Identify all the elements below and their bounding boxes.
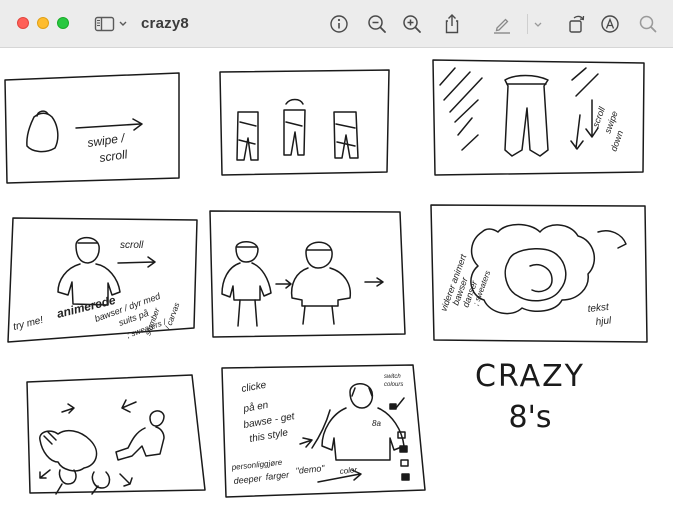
window-title: crazy8 (141, 15, 189, 32)
sketch-sheet: swipe / scroll scroll swipe down scroll … (4, 59, 648, 498)
share-button[interactable] (440, 12, 464, 36)
sketch-frame-5 (209, 210, 406, 338)
note-8-a: clicke (241, 380, 268, 395)
sketch-frame-7 (26, 374, 206, 495)
note-4-try: try me! (12, 315, 45, 333)
share-icon (445, 14, 459, 34)
note-8-i: color (339, 465, 358, 476)
note-6-e: tekst (587, 302, 610, 315)
toolbar-divider (527, 14, 528, 34)
note-8-l: colours (384, 382, 403, 388)
note-4-canvas: / carvas (163, 301, 181, 331)
highlight-options-button[interactable] (530, 12, 546, 36)
markup-button[interactable] (598, 12, 622, 36)
zoom-out-icon (368, 15, 386, 33)
highlight-button[interactable] (490, 12, 514, 36)
note-8-h: "demo" (295, 463, 326, 476)
sidebar-icon (94, 16, 127, 32)
info-button[interactable] (327, 12, 351, 36)
rotate-icon (569, 15, 585, 33)
vertical-scrollbar[interactable] (665, 49, 673, 510)
sketch-frame-2 (219, 69, 390, 176)
sketch-frame-6 (430, 204, 648, 343)
note-8-k: switch (384, 374, 401, 380)
crazy-eights-heading: CRAZY 8's (470, 360, 590, 436)
minimize-window-button[interactable] (37, 17, 49, 29)
note-8-e: 8a (372, 419, 381, 428)
markup-icon (601, 15, 619, 33)
note-8-d: this style (249, 427, 290, 445)
note-8-j: personliggjøre (230, 458, 283, 472)
zoom-in-icon (403, 15, 421, 33)
search-button[interactable] (636, 12, 660, 36)
zoom-out-button[interactable] (365, 12, 389, 36)
note-4-scroll: scroll (120, 240, 144, 251)
note-8-c: bawse - get (243, 411, 297, 431)
rotate-button[interactable] (564, 12, 588, 36)
note-6-f: hjul (595, 315, 612, 328)
info-icon (330, 15, 348, 33)
maximize-window-button[interactable] (57, 17, 69, 29)
chevron-down-icon (119, 21, 127, 26)
zoom-in-button[interactable] (400, 12, 424, 36)
chevron-down-icon (534, 22, 542, 27)
sketch-frame-1 (4, 72, 180, 184)
close-window-button[interactable] (17, 17, 29, 29)
note-8-f: deeper (233, 473, 263, 486)
heading-line-1: CRAZY (475, 359, 585, 394)
window-titlebar: crazy8 (0, 0, 673, 48)
document-canvas[interactable]: swipe / scroll scroll swipe down scroll … (0, 49, 673, 510)
note-1-b: scroll (98, 147, 128, 165)
search-icon (639, 15, 657, 33)
note-8-b: på en (241, 399, 269, 415)
heading-line-2: 8's (508, 400, 552, 435)
highlight-pen-icon (494, 18, 510, 34)
note-8-g: farger (265, 469, 290, 482)
sidebar-toggle-button[interactable] (92, 12, 132, 36)
